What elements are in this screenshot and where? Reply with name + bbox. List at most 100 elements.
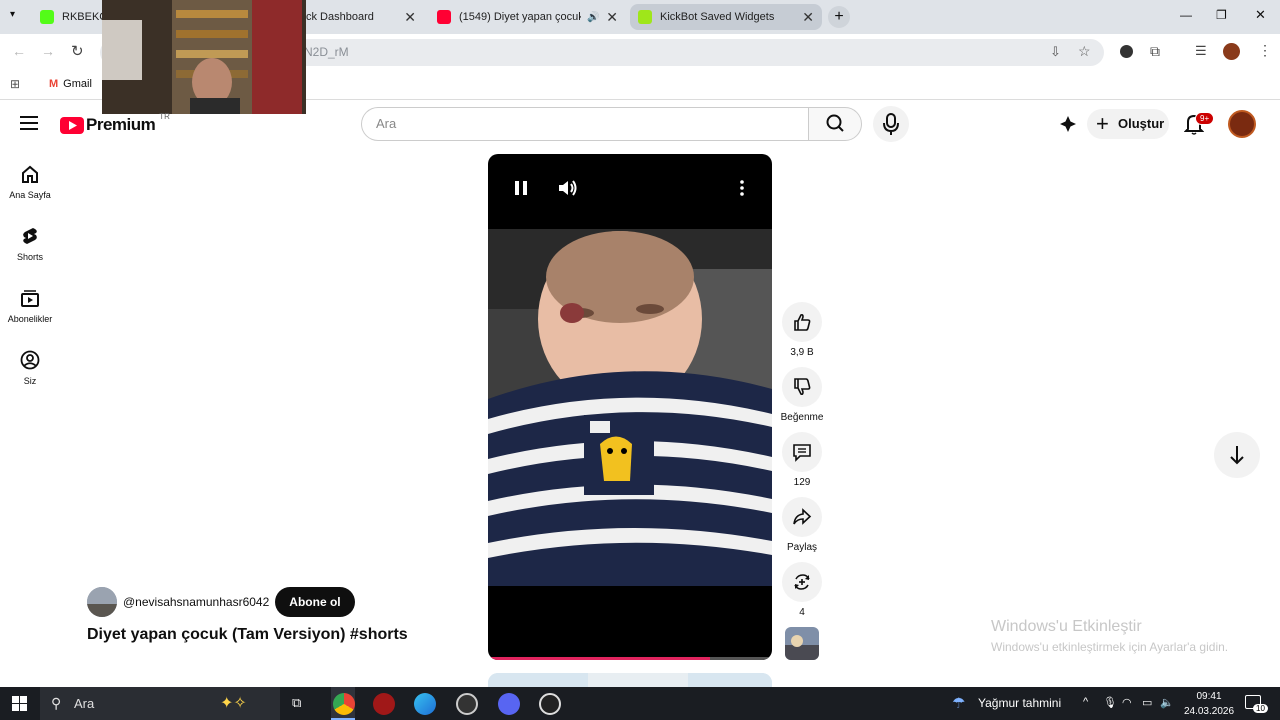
share-button[interactable] [782, 497, 822, 537]
microphone-tray-icon[interactable]: 🎙 [1103, 696, 1117, 709]
like-count: 3,9 B [790, 347, 814, 358]
account-avatar[interactable] [1228, 110, 1256, 138]
battery-icon[interactable]: ▭ [1142, 696, 1152, 709]
pause-icon[interactable] [514, 180, 528, 196]
notifications-badge: 9+ [1195, 112, 1215, 125]
notification-count-badge: 10 [1253, 704, 1268, 713]
plus-icon: + [1096, 111, 1109, 136]
taskbar-search-box[interactable]: ⚲ Ara ✦✧ [40, 687, 280, 720]
tray-chevron-icon[interactable]: ^ [1083, 696, 1088, 708]
hamburger-menu-icon[interactable] [20, 115, 38, 131]
arrow-down-icon [1230, 446, 1244, 465]
search-input[interactable]: Ara [361, 107, 809, 141]
share-label: Paylaş [786, 542, 817, 553]
tab-kick-dashboard[interactable]: ck Dashboard ✕ [300, 4, 424, 30]
search-icon: ⚲ [51, 695, 62, 711]
youtube-logo-icon [60, 116, 84, 134]
url-text: N2D_rM [304, 45, 349, 59]
tab-search-chevron-icon[interactable]: ▾ [10, 9, 15, 20]
next-short-preview[interactable] [488, 673, 772, 687]
share-icon [793, 508, 812, 525]
restore-button[interactable]: ❐ [1216, 8, 1227, 22]
shorts-video-player[interactable] [488, 154, 772, 660]
bookmark-gmail[interactable]: M Gmail [49, 78, 92, 90]
remix-icon [794, 574, 810, 590]
media-controls-icon[interactable]: ☰ [1195, 43, 1207, 59]
video-frame [488, 229, 772, 586]
extensions-puzzle-icon[interactable]: ⧉ [1150, 43, 1160, 60]
obs-icon[interactable] [456, 693, 478, 715]
reload-icon[interactable]: ↻ [71, 42, 84, 60]
speaker-icon[interactable]: 🔈 [1160, 696, 1174, 709]
bookmark-star-icon[interactable]: ☆ [1078, 43, 1091, 60]
more-options-icon[interactable] [739, 180, 745, 196]
browser-menu-icon[interactable]: ⋮ [1258, 42, 1272, 59]
forward-arrow-icon[interactable]: → [41, 43, 55, 59]
channel-handle[interactable]: @nevisahsnamunhasr6042 [123, 595, 269, 609]
app-icon-recorder[interactable] [539, 693, 561, 715]
windows-start-icon[interactable] [12, 696, 27, 711]
video-title[interactable]: Diyet yapan çocuk (Tam Versiyon) #shorts [87, 626, 408, 644]
tab-close-icon[interactable]: ✕ [606, 9, 618, 26]
thumbs-down-icon [794, 378, 811, 396]
video-progress-bar[interactable] [488, 657, 772, 660]
dislike-button[interactable] [782, 367, 822, 407]
edge-icon[interactable] [414, 693, 436, 715]
weather-umbrella-icon[interactable]: ☂ [952, 694, 965, 712]
nav-home[interactable]: Ana Sayfa [0, 164, 60, 200]
close-window-button[interactable]: ✕ [1255, 7, 1266, 23]
tab-title: ck Dashboard [306, 11, 374, 23]
tab-close-icon[interactable]: ✕ [404, 9, 416, 26]
remix-count: 4 [799, 607, 805, 618]
taskbar-search-text: Ara [74, 696, 95, 711]
task-view-icon[interactable]: ⧉ [292, 695, 301, 711]
new-tab-button[interactable]: + [828, 6, 850, 28]
profile-avatar[interactable] [1223, 43, 1240, 60]
next-video-button[interactable] [1214, 432, 1260, 478]
nav-shorts[interactable]: Shorts [0, 226, 60, 262]
microphone-icon [883, 113, 899, 135]
audio-playing-icon[interactable]: 🔊 [587, 12, 599, 23]
weather-text[interactable]: Yağmur tahmini [978, 696, 1061, 710]
comments-button[interactable] [782, 432, 822, 472]
channel-avatar[interactable] [87, 587, 117, 617]
sound-thumbnail[interactable] [785, 627, 819, 660]
tab-youtube-video[interactable]: (1549) Diyet yapan çocuk (T 🔊 ✕ [430, 4, 626, 30]
taskbar-clock[interactable]: 09:41 24.03.2026 [1180, 689, 1238, 719]
extension-icon[interactable] [1120, 45, 1133, 58]
tab-close-icon[interactable]: ✕ [802, 9, 814, 26]
logo-region: TR [159, 111, 170, 121]
thumbs-up-icon [794, 313, 811, 331]
like-button[interactable] [782, 302, 822, 342]
search-placeholder: Ara [376, 116, 397, 131]
minimize-button[interactable]: — [1180, 8, 1192, 22]
dislike-label: Beğenme [780, 412, 824, 423]
apps-grid-icon[interactable]: ⊞ [10, 77, 20, 91]
search-button[interactable] [808, 107, 862, 141]
discord-icon[interactable] [498, 693, 520, 715]
youtube-premium-logo[interactable]: Premium TR [60, 111, 170, 135]
chrome-icon[interactable] [333, 693, 355, 715]
install-app-icon[interactable]: ⇩ [1050, 44, 1061, 60]
create-button[interactable]: + Oluştur [1087, 109, 1169, 139]
tab-rkbekci[interactable]: RKBEKCI S [34, 4, 104, 30]
comment-icon [793, 444, 811, 462]
webcam-overlay [102, 0, 306, 114]
search-icon [826, 114, 844, 132]
nav-subscriptions[interactable]: Abonelikler [0, 288, 60, 324]
nav-label: Ana Sayfa [9, 190, 51, 200]
volume-icon[interactable] [557, 178, 579, 198]
tab-kickbot-widgets[interactable]: KickBot Saved Widgets ✕ [630, 4, 822, 30]
wifi-icon[interactable]: ◠ [1122, 696, 1132, 709]
shorts-sparkle-icon[interactable] [1058, 114, 1078, 134]
youtube-header: Premium TR Ara + Oluştur 9+ [0, 101, 1280, 147]
voice-search-button[interactable] [873, 106, 909, 142]
tab-title: KickBot Saved Widgets [660, 11, 775, 23]
subscribe-button[interactable]: Abone ol [275, 587, 355, 617]
back-arrow-icon[interactable]: ← [12, 43, 26, 59]
app-icon-red[interactable] [373, 693, 395, 715]
clock-date: 24.03.2026 [1183, 706, 1235, 717]
tab-title: (1549) Diyet yapan çocuk (T [459, 11, 581, 23]
remix-button[interactable] [782, 562, 822, 602]
nav-you[interactable]: Siz [0, 350, 60, 386]
